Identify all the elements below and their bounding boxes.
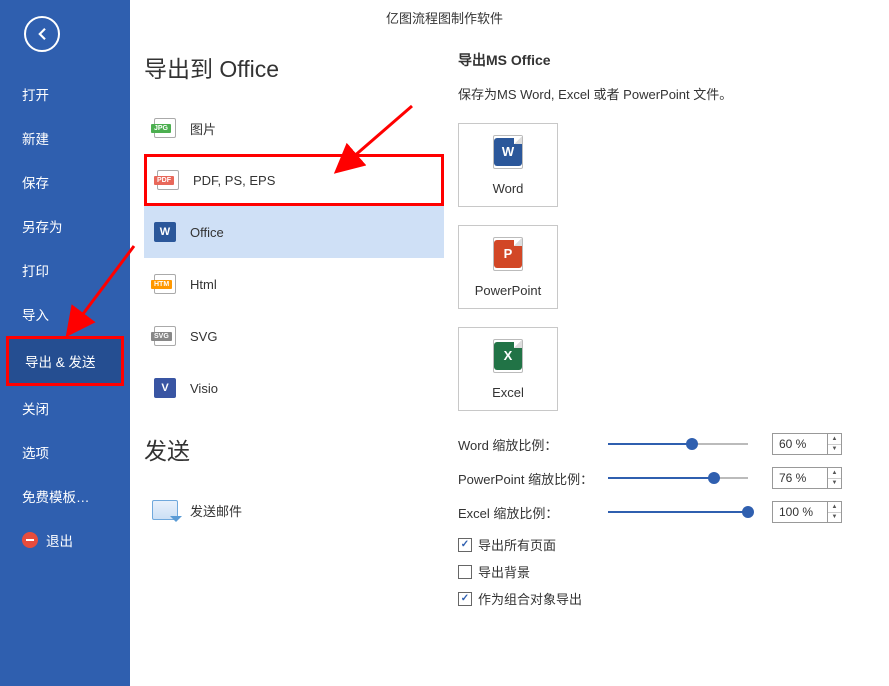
spin-up-icon[interactable]: ▲	[828, 502, 841, 513]
list-label: 图片	[190, 119, 216, 138]
sidebar-item-exit[interactable]: 退出	[0, 518, 130, 562]
spinner-ppt[interactable]: ▲▼	[828, 467, 842, 489]
list-label: Visio	[190, 381, 218, 396]
ppt-file-icon: P	[493, 237, 523, 271]
spin-down-icon[interactable]: ▼	[828, 479, 841, 489]
arrow-left-icon	[33, 25, 51, 43]
list-label: SVG	[190, 329, 217, 344]
tile-word[interactable]: W Word	[458, 123, 558, 207]
row-xls-scale: Excel 缩放比例： 100 % ▲▼	[458, 497, 864, 527]
pdf-icon: PDF	[155, 169, 181, 191]
list-label: Html	[190, 277, 217, 292]
input-ppt-pct[interactable]: 76 %	[772, 467, 828, 489]
spinner-word[interactable]: ▲▼	[828, 433, 842, 455]
check-group-export[interactable]: ✓ 作为组合对象导出	[458, 589, 864, 608]
export-item-image[interactable]: JPG 图片	[144, 102, 444, 154]
slider-ppt[interactable]	[608, 468, 748, 488]
tile-label: Excel	[492, 385, 524, 400]
tile-powerpoint[interactable]: P PowerPoint	[458, 225, 558, 309]
checkbox-icon: ✓	[458, 592, 472, 606]
send-header: 发送	[144, 432, 444, 466]
html-icon: HTM	[152, 273, 178, 295]
word-icon: W	[152, 221, 178, 243]
sidebar-item-new[interactable]: 新建	[0, 116, 130, 160]
input-word-pct[interactable]: 60 %	[772, 433, 828, 455]
svg-icon: SVG	[152, 325, 178, 347]
check-label: 导出背景	[478, 562, 530, 581]
checkbox-icon: ✓	[458, 538, 472, 552]
row-word-scale: Word 缩放比例： 60 % ▲▼	[458, 429, 864, 459]
spin-up-icon[interactable]: ▲	[828, 434, 841, 445]
tile-label: Word	[493, 181, 524, 196]
check-all-pages[interactable]: ✓ 导出所有页面	[458, 535, 864, 554]
sidebar-item-close[interactable]: 关闭	[0, 386, 130, 430]
export-item-pdf[interactable]: PDF PDF, PS, EPS	[144, 154, 444, 206]
check-background[interactable]: 导出背景	[458, 562, 864, 581]
label-ppt-scale: PowerPoint 缩放比例：	[458, 469, 608, 488]
main-panel: 导出到 Office JPG 图片 PDF PDF, PS, EPS W Off…	[130, 0, 889, 686]
sidebar-item-options[interactable]: 选项	[0, 430, 130, 474]
back-button[interactable]	[24, 16, 60, 52]
export-list-column: 导出到 Office JPG 图片 PDF PDF, PS, EPS W Off…	[144, 50, 444, 686]
export-item-svg[interactable]: SVG SVG	[144, 310, 444, 362]
tile-label: PowerPoint	[475, 283, 541, 298]
right-desc: 保存为MS Word, Excel 或者 PowerPoint 文件。	[458, 84, 864, 103]
sidebar-item-import[interactable]: 导入	[0, 292, 130, 336]
mail-icon	[152, 499, 178, 521]
slider-word[interactable]	[608, 434, 748, 454]
tile-excel[interactable]: X Excel	[458, 327, 558, 411]
xls-file-icon: X	[493, 339, 523, 373]
visio-icon: V	[152, 377, 178, 399]
check-label: 导出所有页面	[478, 535, 556, 554]
check-label: 作为组合对象导出	[478, 589, 582, 608]
sidebar-item-label: 退出	[46, 530, 73, 550]
right-title: 导出MS Office	[458, 50, 864, 70]
sidebar-item-save[interactable]: 保存	[0, 160, 130, 204]
export-item-html[interactable]: HTM Html	[144, 258, 444, 310]
slider-xls[interactable]	[608, 502, 748, 522]
sidebar-item-templates[interactable]: 免费模板…	[0, 474, 130, 518]
jpg-icon: JPG	[152, 117, 178, 139]
word-file-icon: W	[493, 135, 523, 169]
label-xls-scale: Excel 缩放比例：	[458, 503, 608, 522]
spin-down-icon[interactable]: ▼	[828, 513, 841, 523]
sidebar-item-saveas[interactable]: 另存为	[0, 204, 130, 248]
spinner-xls[interactable]: ▲▼	[828, 501, 842, 523]
input-xls-pct[interactable]: 100 %	[772, 501, 828, 523]
list-label: 发送邮件	[190, 501, 242, 520]
right-column: 导出MS Office 保存为MS Word, Excel 或者 PowerPo…	[444, 50, 864, 686]
list-label: PDF, PS, EPS	[193, 173, 275, 188]
row-ppt-scale: PowerPoint 缩放比例： 76 % ▲▼	[458, 463, 864, 493]
sidebar-item-open[interactable]: 打开	[0, 72, 130, 116]
sidebar: 打开 新建 保存 另存为 打印 导入 导出 & 发送 关闭 选项 免费模板… 退…	[0, 0, 130, 686]
sidebar-item-export-send[interactable]: 导出 & 发送	[6, 336, 124, 386]
checkbox-icon	[458, 565, 472, 579]
export-item-visio[interactable]: V Visio	[144, 362, 444, 414]
sidebar-item-print[interactable]: 打印	[0, 248, 130, 292]
spin-down-icon[interactable]: ▼	[828, 445, 841, 455]
list-label: Office	[190, 225, 224, 240]
export-header: 导出到 Office	[144, 50, 444, 84]
exit-icon	[22, 532, 38, 548]
label-word-scale: Word 缩放比例：	[458, 435, 608, 454]
send-item-mail[interactable]: 发送邮件	[144, 484, 444, 536]
export-item-office[interactable]: W Office	[144, 206, 444, 258]
spin-up-icon[interactable]: ▲	[828, 468, 841, 479]
